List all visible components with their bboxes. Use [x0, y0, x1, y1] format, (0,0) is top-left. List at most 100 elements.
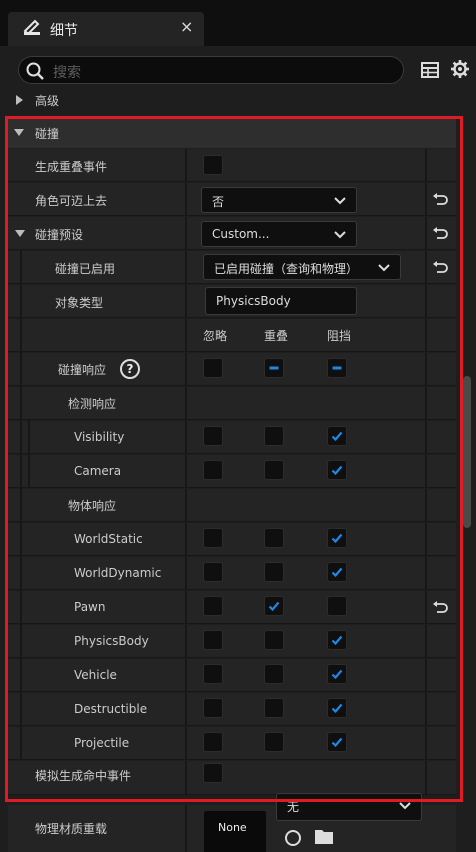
collision-section-header[interactable]: 碰撞: [8, 118, 456, 148]
block-checkbox[interactable]: [327, 596, 347, 616]
overlap-checkbox[interactable]: [264, 732, 284, 752]
block-checkbox[interactable]: [327, 664, 347, 684]
ignore-checkbox[interactable]: [203, 698, 223, 718]
object-channel-label: WorldDynamic: [74, 566, 162, 580]
section-title: 碰撞: [35, 127, 60, 141]
ignore-checkbox[interactable]: [203, 732, 223, 752]
folder-icon[interactable]: [314, 827, 334, 845]
collision-response-row: 碰撞响应 ?: [8, 353, 456, 386]
gear-icon[interactable]: [450, 59, 470, 79]
collision-enabled-row: 碰撞已启用 已启用碰撞（查询和物理）: [8, 251, 456, 284]
response-ignore-checkbox[interactable]: [203, 358, 223, 378]
ignore-checkbox[interactable]: [203, 630, 223, 650]
overlap-checkbox[interactable]: [264, 460, 284, 480]
table-view-icon[interactable]: [420, 60, 440, 80]
checkmark-icon: [331, 635, 343, 646]
checkmark-icon: [268, 601, 280, 612]
search-placeholder: 搜索: [53, 65, 81, 81]
help-icon[interactable]: ?: [120, 359, 140, 379]
pencil-icon: [23, 19, 40, 36]
material-thumbnail[interactable]: None: [204, 811, 266, 852]
column-ignore: 忽略: [203, 329, 228, 343]
overlap-checkbox[interactable]: [264, 562, 284, 582]
generate-overlap-checkbox[interactable]: [203, 155, 223, 175]
simulate-hit-row: 模拟生成命中事件: [8, 761, 456, 795]
indent-guide: [28, 420, 30, 488]
preset-label: 碰撞预设: [35, 228, 84, 242]
simulate-hit-label: 模拟生成命中事件: [35, 769, 132, 783]
object-channel-label: Vehicle: [74, 668, 117, 682]
block-checkbox[interactable]: [327, 562, 347, 582]
ignore-checkbox[interactable]: [203, 596, 223, 616]
ignore-checkbox[interactable]: [203, 664, 223, 684]
overlap-checkbox[interactable]: [264, 630, 284, 650]
overlap-checkbox[interactable]: [264, 426, 284, 446]
checkmark-icon: [331, 465, 343, 476]
object-channel-row: PhysicsBody: [8, 625, 456, 658]
simulate-hit-checkbox[interactable]: [203, 763, 223, 783]
chevron-down-icon: [334, 231, 346, 239]
overlap-checkbox[interactable]: [264, 664, 284, 684]
search-input[interactable]: 搜索: [18, 56, 404, 84]
ignore-checkbox[interactable]: [203, 426, 223, 446]
object-channel-row: WorldDynamic: [8, 557, 456, 590]
overlap-checkbox[interactable]: [264, 528, 284, 548]
object-type-value: PhysicsBody: [216, 294, 291, 308]
object-type-label: 对象类型: [55, 296, 104, 310]
reset-icon[interactable]: [432, 193, 448, 207]
column-block: 阻挡: [327, 329, 352, 343]
block-checkbox[interactable]: [327, 732, 347, 752]
reset-icon[interactable]: [432, 601, 448, 615]
chevron-down-icon: [334, 197, 346, 205]
phys-material-label: 物理材质重载: [35, 822, 108, 836]
column-overlap: 重叠: [264, 329, 289, 343]
block-checkbox[interactable]: [327, 630, 347, 650]
expand-arrow-icon[interactable]: [16, 95, 23, 105]
material-thumbnail-label: None: [218, 821, 247, 834]
object-channel-row: Pawn: [8, 591, 456, 624]
overlap-checkbox[interactable]: [264, 596, 284, 616]
preset-value: Custom...: [212, 227, 270, 241]
collision-enabled-dropdown[interactable]: 已启用碰撞（查询和物理）: [203, 254, 401, 280]
can-step-up-label: 角色可迈上去: [35, 194, 108, 208]
object-channel-row: Vehicle: [8, 659, 456, 692]
generate-overlap-label: 生成重叠事件: [35, 160, 108, 174]
block-checkbox[interactable]: [327, 460, 347, 480]
phys-material-dropdown[interactable]: 无: [276, 793, 422, 821]
trace-channel-label: Camera: [74, 464, 122, 478]
reset-icon[interactable]: [432, 227, 448, 241]
object-type-dropdown[interactable]: PhysicsBody: [205, 287, 357, 315]
object-channel-label: Destructible: [74, 702, 148, 716]
use-selected-icon[interactable]: [284, 829, 302, 847]
block-checkbox[interactable]: [327, 698, 347, 718]
block-checkbox[interactable]: [327, 426, 347, 446]
ignore-checkbox[interactable]: [203, 460, 223, 480]
collapse-arrow-icon[interactable]: [15, 230, 25, 237]
phys-material-row: 物理材质重载 None 无: [8, 793, 456, 852]
reset-icon[interactable]: [432, 261, 448, 275]
close-icon[interactable]: ×: [180, 17, 193, 36]
object-channel-row: WorldStatic: [8, 523, 456, 556]
response-overlap-checkbox[interactable]: [264, 358, 284, 378]
trace-channel-row: Visibility: [8, 421, 456, 454]
ignore-checkbox[interactable]: [203, 562, 223, 582]
block-checkbox[interactable]: [327, 528, 347, 548]
checkmark-icon: [331, 533, 343, 544]
collision-enabled-value: 已启用碰撞（查询和物理）: [214, 262, 359, 276]
object-response-label: 物体响应: [68, 499, 117, 513]
can-step-up-row: 角色可迈上去 否: [8, 183, 456, 216]
overlap-checkbox[interactable]: [264, 698, 284, 718]
object-channel-label: Pawn: [74, 600, 106, 614]
scrollbar[interactable]: [463, 376, 471, 528]
tab-details[interactable]: 细节 ×: [8, 12, 204, 46]
can-step-up-dropdown[interactable]: 否: [201, 187, 357, 213]
collapse-arrow-icon: [14, 129, 24, 136]
object-channel-label: PhysicsBody: [74, 634, 149, 648]
response-block-checkbox[interactable]: [327, 358, 347, 378]
preset-dropdown[interactable]: Custom...: [201, 221, 357, 247]
phys-material-value: 无: [287, 800, 300, 814]
ignore-checkbox[interactable]: [203, 528, 223, 548]
search-icon: [26, 62, 44, 80]
object-type-row: 对象类型 PhysicsBody: [8, 285, 456, 318]
trace-response-label: 检测响应: [68, 397, 117, 411]
